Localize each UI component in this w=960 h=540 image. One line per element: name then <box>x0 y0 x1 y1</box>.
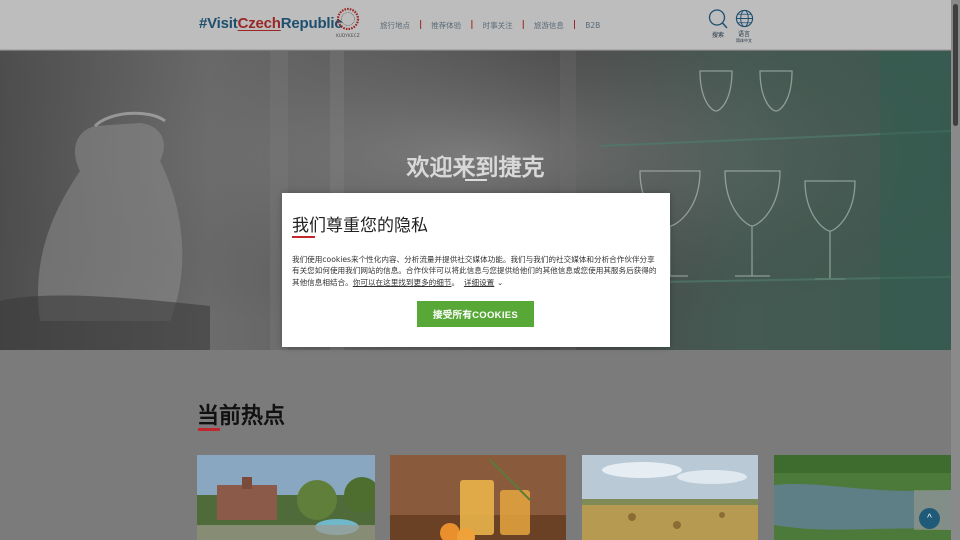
page-scrollbar[interactable] <box>951 0 960 540</box>
cookie-consent-dialog: 我们尊重您的隐私 我们使用cookies来个性化内容、分析流量并提供社交媒体功能… <box>282 193 670 347</box>
globe-icon <box>735 9 753 28</box>
dialog-title-underline <box>292 236 315 238</box>
detailed-settings-link[interactable]: 详细设置 <box>464 278 494 287</box>
back-to-top-button[interactable]: ^ <box>919 508 940 529</box>
nav-item-travel-info[interactable]: 旅游信息 <box>534 20 564 31</box>
chevron-up-icon: ^ <box>927 513 932 524</box>
site-logo[interactable]: #VisitCzechRepublic <box>199 15 343 32</box>
card-image-apricot-drink <box>390 455 566 540</box>
czechia-seal-icon <box>336 7 360 31</box>
page: #VisitCzechRepublic KUDYKECZ 旅行地点 | 推荐体验… <box>0 0 951 540</box>
site-header: #VisitCzechRepublic KUDYKECZ 旅行地点 | 推荐体验… <box>0 0 951 50</box>
section-title-underline <box>198 428 220 431</box>
search-label: 搜索 <box>711 32 724 39</box>
seal-caption: KUDYKECZ <box>336 33 360 38</box>
trending-card[interactable] <box>390 455 566 540</box>
search-button[interactable]: 搜索 <box>706 9 730 39</box>
language-value: 简体中文 <box>736 38 752 43</box>
nav-item-experiences[interactable]: 推荐体验 <box>431 20 461 31</box>
card-image-field <box>582 455 758 540</box>
trending-section: 当前热点 <box>0 350 951 540</box>
hero-title: 欢迎来到捷克 <box>406 155 545 181</box>
language-label: 语言 <box>737 31 750 38</box>
language-button[interactable]: 语言 简体中文 <box>732 9 756 44</box>
detailed-settings-label: 详细设置 <box>463 277 495 287</box>
trending-card[interactable] <box>582 455 758 540</box>
body-period: 。 <box>451 277 460 287</box>
nav-item-destinations[interactable]: 旅行地点 <box>380 20 410 31</box>
scrollbar-thumb[interactable] <box>953 4 958 126</box>
card-image-castle <box>197 455 375 540</box>
nav-separator: | <box>572 20 577 30</box>
nav-separator: | <box>521 20 525 30</box>
main-nav: 旅行地点 | 推荐体验 | 时事关注 | 旅游信息 | B2B <box>380 20 600 31</box>
nav-item-news[interactable]: 时事关注 <box>483 20 513 31</box>
nav-separator: | <box>419 20 423 30</box>
more-details-link[interactable]: 你可以在这里找到更多的细节 <box>353 278 452 287</box>
nav-item-b2b[interactable]: B2B <box>585 21 600 30</box>
chevron-down-icon: ⌄ <box>497 278 504 287</box>
dialog-body: 我们使用cookies来个性化内容、分析流量并提供社交媒体功能。我们与我们的社交… <box>292 254 662 289</box>
search-icon <box>708 9 728 29</box>
trending-card[interactable] <box>197 455 375 540</box>
section-title: 当前热点 <box>197 404 286 429</box>
dialog-title: 我们尊重您的隐私 <box>292 216 428 236</box>
hero-title-underline <box>465 179 487 181</box>
nav-separator: | <box>470 20 474 30</box>
accept-all-cookies-button[interactable]: 接受所有COOKIES <box>417 301 534 327</box>
